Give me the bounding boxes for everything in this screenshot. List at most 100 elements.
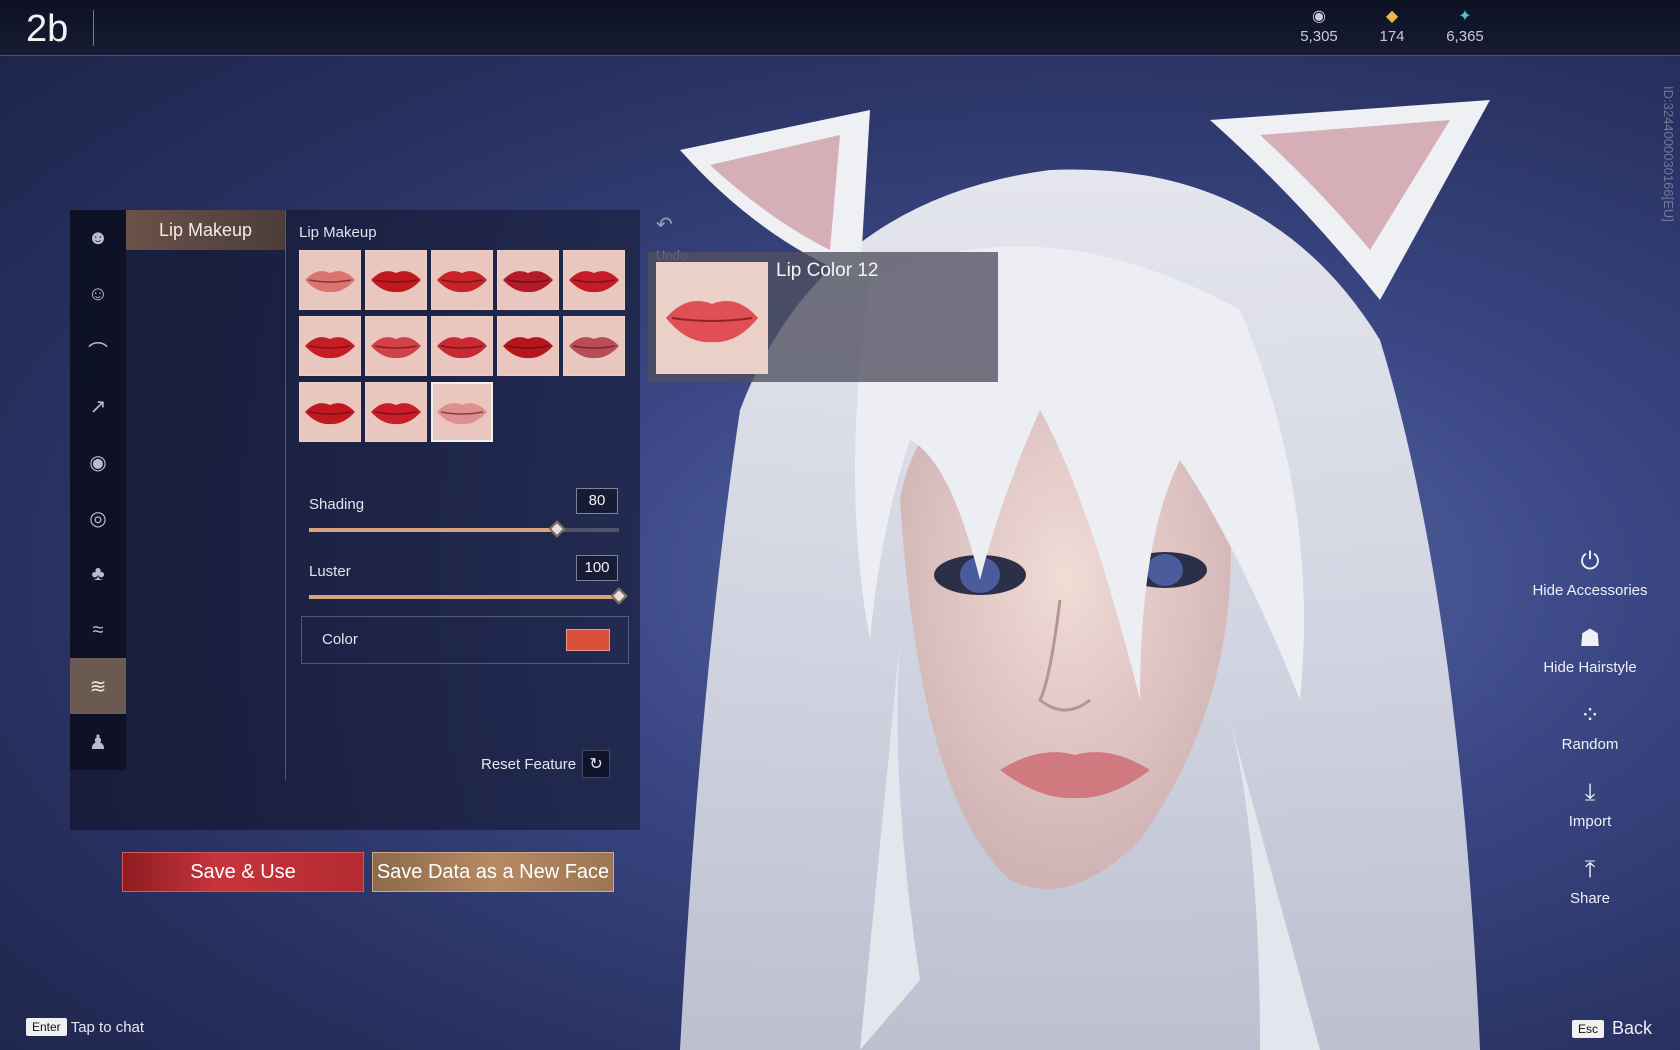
hairstyle-icon: ☗	[1579, 625, 1601, 652]
category-eye-makeup[interactable]: ◎	[70, 490, 126, 546]
shading-slider[interactable]	[309, 520, 619, 538]
import-button[interactable]: ⤓ Import	[1520, 777, 1660, 830]
subcategory-lip-makeup[interactable]: Lip Makeup	[126, 210, 285, 250]
shading-value[interactable]: 80	[576, 488, 618, 514]
preview-lips-icon	[666, 301, 758, 343]
undo-arrow-icon: ↶	[656, 214, 673, 236]
lip-swatch[interactable]	[431, 316, 493, 376]
luster-label: Luster	[309, 563, 351, 580]
share-label: Share	[1569, 890, 1611, 907]
top-bar: 2b ◉ 5,305 ◆ 174 ✦ 6,365	[0, 0, 1680, 56]
eyebrow-style-icon: ↗	[89, 395, 107, 418]
eye-icon: ◉	[89, 451, 107, 474]
lip-swatch[interactable]	[365, 250, 427, 310]
power-icon: ⏻	[1580, 548, 1600, 575]
shading-label: Shading	[309, 496, 365, 513]
nose-icon: ♣	[91, 562, 105, 585]
reset-feature-label: Reset Feature	[481, 755, 577, 773]
chat-hint[interactable]: Enter Tap to chat	[26, 1018, 144, 1036]
lips-icon	[305, 271, 355, 293]
currency-2: ◆ 174	[1357, 8, 1427, 45]
category-lip-makeup[interactable]: ≋	[70, 658, 126, 714]
undo-button[interactable]: ↶ Undo	[656, 212, 687, 263]
lip-swatch[interactable]	[365, 382, 427, 442]
hide-accessories-button[interactable]: ⏻ Hide Accessories	[1520, 546, 1660, 599]
lips-icon	[305, 403, 355, 425]
esc-key-badge: Esc	[1572, 1019, 1605, 1038]
currency-1: ◉ 5,305	[1284, 8, 1354, 45]
lips-icon	[503, 337, 553, 359]
currency-value: 174	[1379, 28, 1405, 45]
lips-icon	[569, 271, 619, 293]
save-and-use-button[interactable]: Save & Use	[122, 852, 364, 892]
category-eyebrow[interactable]: ⌒	[70, 322, 126, 378]
shading-slider-handle[interactable]	[548, 520, 566, 538]
server-id: ID:3244000030166[EU]	[1661, 86, 1676, 222]
lip-swatch[interactable]	[431, 250, 493, 310]
enter-key-badge: Enter	[26, 1018, 67, 1036]
hide-hairstyle-button[interactable]: ☗ Hide Hairstyle	[1520, 623, 1660, 676]
lip-swatch[interactable]	[431, 382, 493, 442]
luster-value[interactable]: 100	[576, 555, 618, 581]
hide-hairstyle-label: Hide Hairstyle	[1543, 659, 1637, 676]
mouth-icon: ≈	[92, 618, 104, 641]
luster-slider-fill	[309, 595, 619, 599]
category-body[interactable]: ♟	[70, 714, 126, 770]
customization-panel: ☻ ☺ ⌒ ↗ ◉ ◎ ♣ ≈ ≋ ♟ Lip Makeup Lip Makeup Shading…	[70, 210, 640, 830]
lips-icon	[569, 337, 619, 359]
color-row[interactable]: Color	[301, 616, 629, 664]
lip-swatch[interactable]	[497, 250, 559, 310]
chat-hint-label: Tap to chat	[70, 1018, 145, 1036]
category-head[interactable]: ☺	[70, 266, 126, 322]
gold-ticket-icon: ◆	[1385, 8, 1399, 25]
lips-icon	[437, 337, 487, 359]
lips-icon	[305, 337, 355, 359]
luster-slider-handle[interactable]	[610, 587, 628, 605]
upload-icon: ⤒	[1584, 856, 1596, 883]
lips-icon	[437, 271, 487, 293]
download-icon: ⤓	[1584, 779, 1596, 806]
lip-swatch[interactable]	[299, 382, 361, 442]
random-button[interactable]: ⁘ Random	[1520, 700, 1660, 753]
section-label: Lip Makeup	[299, 224, 377, 241]
lips-icon	[371, 337, 421, 359]
category-face-shape[interactable]: ☻	[70, 210, 126, 266]
currency-value: 6,365	[1446, 28, 1484, 45]
lip-makeup-icon: ≋	[89, 675, 107, 698]
lip-swatch[interactable]	[563, 316, 625, 376]
reset-feature-button[interactable]: Reset Feature ↻	[481, 750, 611, 778]
eye-makeup-icon: ◎	[89, 507, 107, 530]
random-label: Random	[1561, 736, 1619, 753]
lips-icon	[503, 271, 553, 293]
title-divider	[93, 10, 94, 46]
eyebrow-icon: ⌒	[88, 341, 108, 364]
lip-swatch[interactable]	[299, 316, 361, 376]
lip-swatch[interactable]	[563, 250, 625, 310]
luster-slider[interactable]	[309, 587, 628, 605]
lip-swatch[interactable]	[365, 316, 427, 376]
share-button[interactable]: ⤒ Share	[1520, 854, 1660, 907]
reset-icon: ↻	[582, 750, 611, 778]
color-label: Color	[322, 631, 358, 648]
back-button[interactable]: Esc Back	[1572, 1018, 1652, 1039]
head-icon: ☺	[87, 282, 109, 305]
back-label: Back	[1612, 1018, 1653, 1038]
category-sidebar: ☻ ☺ ⌒ ↗ ◉ ◎ ♣ ≈ ≋ ♟	[70, 210, 126, 770]
lip-makeup-content: Lip Makeup Shading 80 Luster 100 Color R…	[299, 210, 629, 810]
preview-thumbnail	[656, 262, 768, 374]
character-portrait[interactable]	[620, 80, 1520, 1050]
category-mouth[interactable]: ≈	[70, 602, 126, 658]
category-eye[interactable]: ◉	[70, 434, 126, 490]
color-picker-chip[interactable]	[566, 629, 610, 651]
lips-icon	[371, 403, 421, 425]
face-shape-icon: ☻	[87, 226, 109, 249]
lips-icon	[371, 271, 421, 293]
shading-slider-fill	[309, 528, 557, 532]
lips-icon	[437, 403, 487, 425]
lip-swatch[interactable]	[299, 250, 361, 310]
lip-swatch[interactable]	[497, 316, 559, 376]
save-as-new-face-button[interactable]: Save Data as a New Face	[372, 852, 614, 892]
category-nose[interactable]: ♣	[70, 546, 126, 602]
subcategory-column: Lip Makeup	[126, 210, 286, 780]
category-eyebrow-style[interactable]: ↗	[70, 378, 126, 434]
